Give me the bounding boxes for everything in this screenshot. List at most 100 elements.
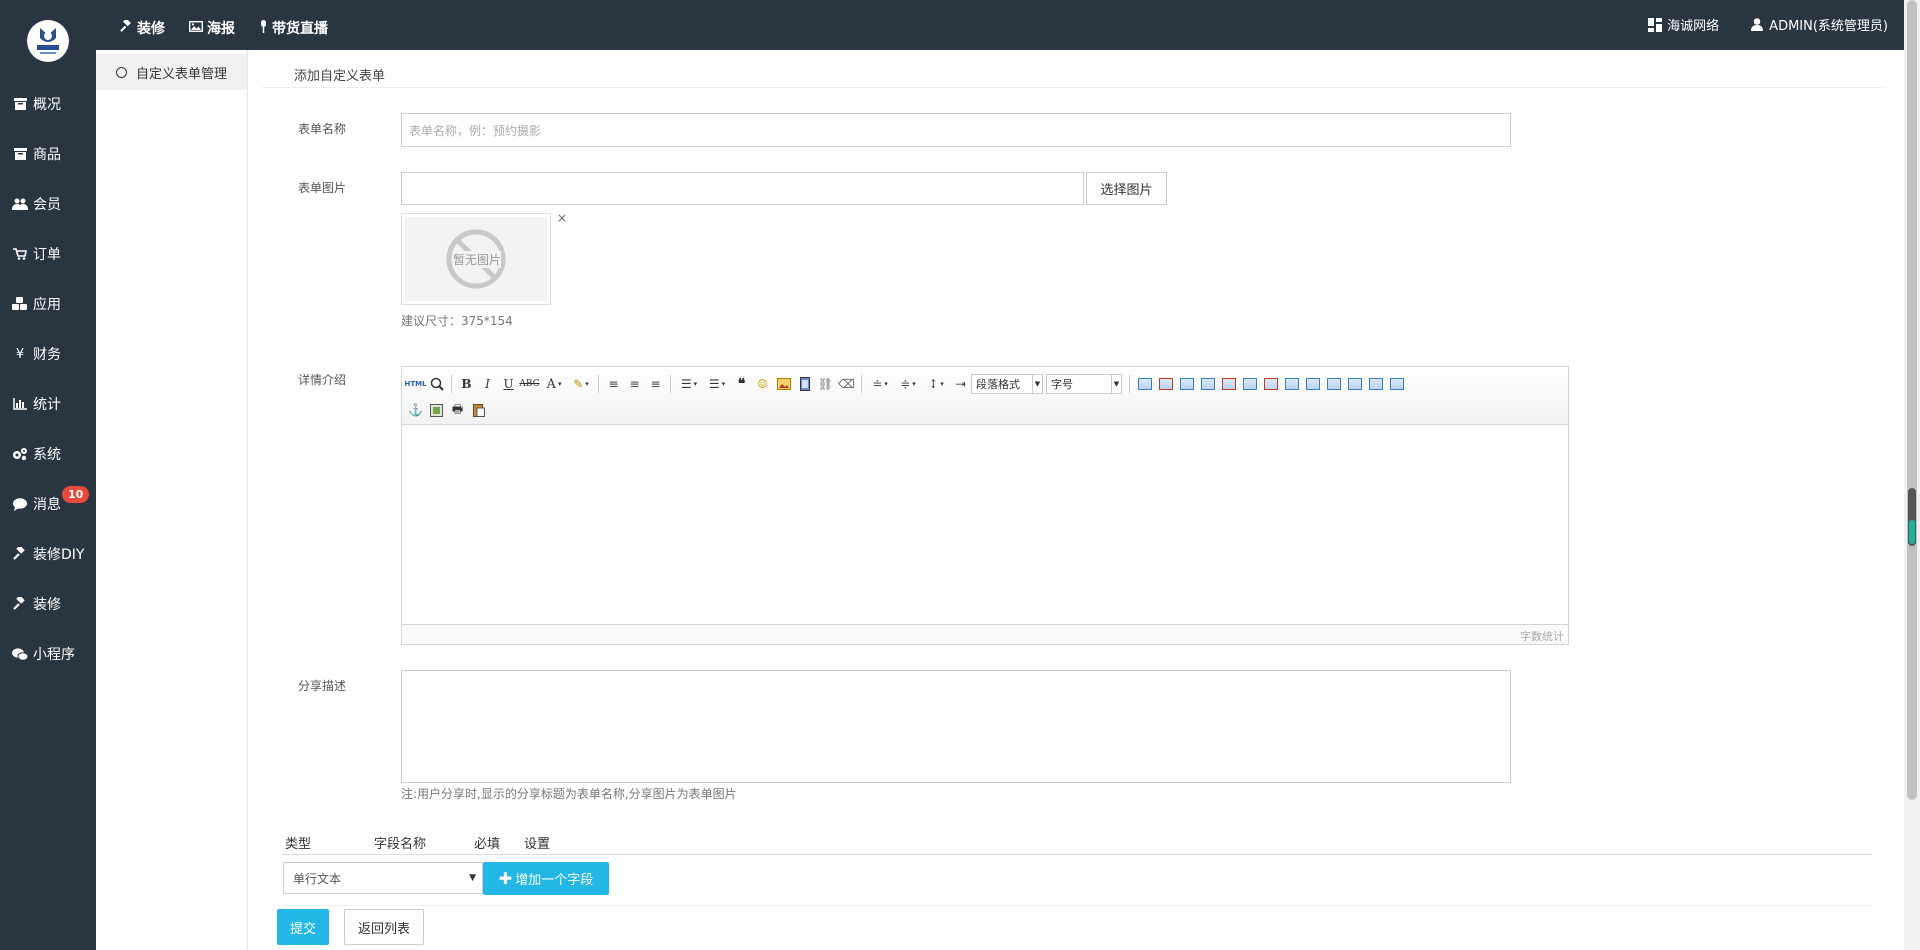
bold-icon[interactable]: B xyxy=(456,374,477,394)
insert-table-icon[interactable] xyxy=(1134,374,1155,394)
merge-down-icon[interactable] xyxy=(1323,374,1344,394)
top-link-decorate[interactable]: 装修 xyxy=(120,17,165,38)
insert-row-icon[interactable] xyxy=(1197,374,1218,394)
user-icon xyxy=(1751,18,1764,31)
sidebar-item-messages[interactable]: 消息 10 xyxy=(0,479,96,529)
image-preview: 暂无图片 xyxy=(401,213,551,305)
sidebar-item-orders[interactable]: 订单 xyxy=(0,229,96,279)
delete-table-icon[interactable] xyxy=(1155,374,1176,394)
user-name: ADMIN(系统管理员) xyxy=(1769,19,1888,34)
sidebar-item-members[interactable]: 会员 xyxy=(0,179,96,229)
top-link-live[interactable]: 带货直播 xyxy=(259,18,328,38)
column-field-name: 字段名称 xyxy=(374,837,427,852)
emoticon-icon[interactable]: ☺ xyxy=(752,374,773,394)
html-source-icon[interactable]: HTML xyxy=(404,374,426,394)
clear-format-icon[interactable]: ⌫ xyxy=(836,374,857,394)
highlight-icon[interactable]: ✎ ▾ xyxy=(568,374,594,394)
sidebar-item-stats[interactable]: 统计 xyxy=(0,379,96,429)
align-left-icon[interactable]: ≡ xyxy=(603,374,624,394)
user-menu[interactable]: ADMIN(系统管理员) xyxy=(1751,15,1888,34)
font-size-value: 字号 xyxy=(1051,378,1073,391)
back-to-list-button[interactable]: 返回列表 xyxy=(344,909,424,945)
row-spacing-bottom-icon[interactable]: ≑ ▾ xyxy=(894,374,922,394)
link-icon[interactable]: ⛓ xyxy=(815,374,836,394)
merge-right-icon[interactable] xyxy=(1302,374,1323,394)
select-image-button[interactable]: 选择图片 xyxy=(1086,172,1167,205)
ordered-list-icon[interactable]: ☰ ▾ xyxy=(675,374,703,394)
top-user-area: 海诚网络 ADMIN(系统管理员) xyxy=(1648,15,1888,34)
top-link-label: 带货直播 xyxy=(272,21,328,37)
main-sidebar: 概况 商品 会员 订单 应用 ¥ 财务 统计 系统 消息 10 装修DIY 装修… xyxy=(0,0,96,950)
italic-icon[interactable]: I xyxy=(477,374,498,394)
align-center-icon[interactable]: ≡ xyxy=(624,374,645,394)
page-scrollbar[interactable] xyxy=(1904,0,1920,950)
insert-image-icon[interactable] xyxy=(773,374,794,394)
form-image-url-input[interactable] xyxy=(401,172,1084,205)
paste-icon[interactable] xyxy=(468,400,489,420)
print-icon[interactable]: 🖶 xyxy=(447,400,468,420)
sidebar-nav: 概况 商品 会员 订单 应用 ¥ 财务 统计 系统 消息 10 装修DIY 装修… xyxy=(0,79,96,679)
split-rows-icon[interactable] xyxy=(1365,374,1386,394)
top-link-poster[interactable]: 海报 xyxy=(188,18,235,38)
sidebar-item-decorate[interactable]: 装修 xyxy=(0,579,96,629)
insert-col-icon[interactable] xyxy=(1239,374,1260,394)
sidebar-item-label: 系统 xyxy=(33,447,61,463)
line-height-icon[interactable]: ↕ ▾ xyxy=(922,374,950,394)
chevron-down-icon: ▼ xyxy=(1111,375,1121,393)
strikethrough-icon[interactable]: ABC xyxy=(519,374,540,394)
chevron-down-icon: ▼ xyxy=(1032,375,1042,393)
column-type: 类型 xyxy=(285,837,312,852)
row-spacing-top-icon[interactable]: ≐ ▾ xyxy=(866,374,894,394)
sidebar-item-label: 概况 xyxy=(33,97,61,113)
blockquote-icon[interactable]: ❝ xyxy=(731,374,752,394)
subnav-item-label: 自定义表单管理 xyxy=(136,66,228,82)
anchor-icon[interactable]: ⚓ xyxy=(405,400,426,420)
org-switcher[interactable]: 海诚网络 xyxy=(1648,15,1719,34)
subnav-item-custom-form[interactable]: 自定义表单管理 xyxy=(96,54,247,90)
sidebar-item-overview[interactable]: 概况 xyxy=(0,79,96,129)
merge-cells-icon[interactable] xyxy=(1281,374,1302,394)
message-count-badge: 10 xyxy=(62,486,90,503)
sidebar-item-finance[interactable]: ¥ 财务 xyxy=(0,329,96,379)
insert-video-icon[interactable] xyxy=(794,374,815,394)
add-field-button[interactable]: ✚ 增加一个字段 xyxy=(483,862,609,895)
remove-image-icon[interactable]: × xyxy=(557,211,567,225)
main-content: 添加自定义表单 表单名称 表单名称，例：预约摄影 表单图片 选择图片 暂无图片 … xyxy=(262,50,1888,950)
split-cols-icon[interactable] xyxy=(1386,374,1407,394)
share-description-textarea[interactable] xyxy=(401,670,1511,783)
sidebar-item-goods[interactable]: 商品 xyxy=(0,129,96,179)
bar-chart-icon xyxy=(12,396,28,412)
field-type-value: 单行文本 xyxy=(293,871,342,886)
add-field-label: 增加一个字段 xyxy=(515,873,594,888)
delete-col-icon[interactable] xyxy=(1260,374,1281,394)
share-hint: 注:用户分享时,显示的分享标题为表单名称,分享图片为表单图片 xyxy=(401,787,737,801)
gavel-icon xyxy=(12,596,28,612)
scroll-indicator-accent xyxy=(1909,520,1915,544)
gears-icon xyxy=(12,446,28,462)
underline-icon[interactable]: U xyxy=(498,374,519,394)
sidebar-item-miniprogram[interactable]: 小程序 xyxy=(0,629,96,679)
submit-button[interactable]: 提交 xyxy=(277,909,329,945)
paragraph-format-select[interactable]: 段落格式 ▼ xyxy=(971,374,1043,394)
indent-icon[interactable]: ⇥ xyxy=(950,374,971,394)
align-right-icon[interactable]: ≡ xyxy=(645,374,666,394)
font-color-icon[interactable]: A ▾ xyxy=(540,374,568,394)
field-type-select[interactable]: 单行文本 ▼ xyxy=(283,862,483,894)
scrollbar-thumb[interactable] xyxy=(1907,0,1917,800)
preview-icon[interactable] xyxy=(426,374,447,394)
sidebar-item-apps[interactable]: 应用 xyxy=(0,279,96,329)
brand-logo[interactable] xyxy=(27,20,69,62)
form-name-input[interactable]: 表单名称，例：预约摄影 xyxy=(401,113,1511,147)
plus-icon: ✚ xyxy=(498,869,513,888)
editor-content-area[interactable] xyxy=(402,425,1568,625)
rich-text-editor[interactable]: HTML B I U ABC A▾ ✎▾ ≡ ≡ ≡ ☰▾ ☰▾ ❝ ☺ xyxy=(401,366,1569,645)
unordered-list-icon[interactable]: ☰ ▾ xyxy=(703,374,731,394)
insert-paragraph-before-table-icon[interactable] xyxy=(1176,374,1197,394)
split-cells-icon[interactable] xyxy=(1344,374,1365,394)
delete-row-icon[interactable] xyxy=(1218,374,1239,394)
detail-label: 详情介绍 xyxy=(298,373,347,387)
sidebar-item-decorate-diy[interactable]: 装修DIY xyxy=(0,529,96,579)
sidebar-item-system[interactable]: 系统 xyxy=(0,429,96,479)
font-size-select[interactable]: 字号 ▼ xyxy=(1046,374,1122,394)
template-icon[interactable] xyxy=(426,400,447,420)
